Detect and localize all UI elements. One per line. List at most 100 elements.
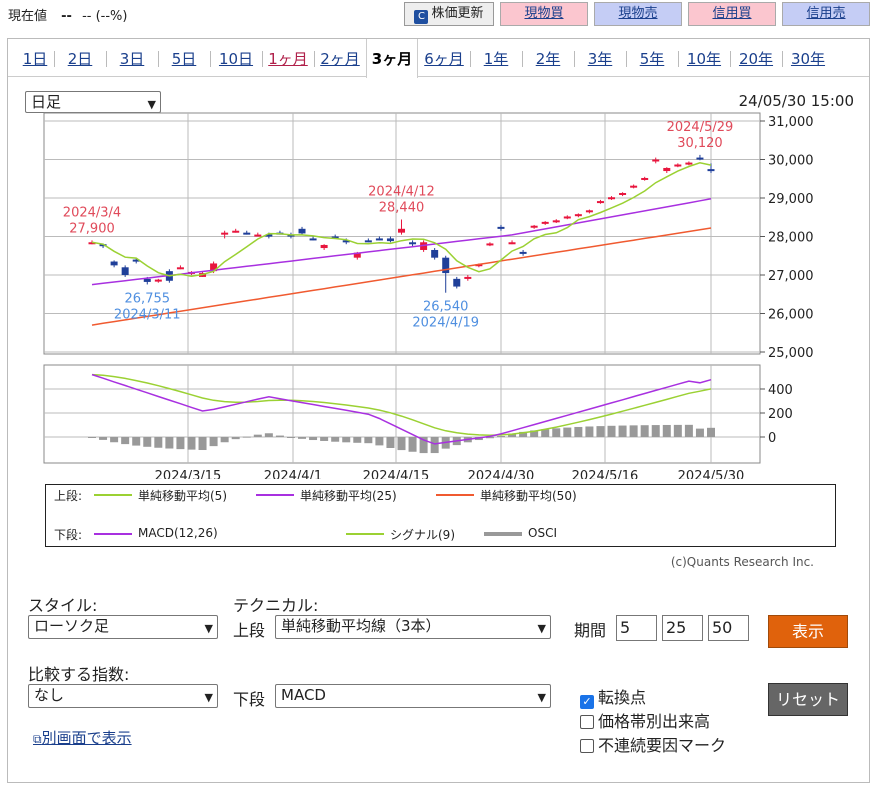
checkbox-turning-point[interactable]: ✓ 転換点 (580, 684, 646, 709)
checkbox-discontinuity-mark[interactable]: 不連続要因マーク (580, 732, 726, 756)
candle-body (641, 177, 649, 180)
legend-signal: シグナル(9) (390, 528, 455, 542)
candle-body (110, 261, 118, 266)
annotation-high: 2024/3/4 (63, 205, 121, 220)
candle-body (154, 279, 162, 282)
candle-body (486, 243, 494, 246)
annotation-high: 28,440 (379, 201, 425, 216)
current-price-change: -- (--%) (82, 9, 128, 24)
price-tick-label: 26,000 (768, 308, 814, 323)
osci-bar (231, 437, 240, 440)
candle-body (630, 185, 638, 188)
copyright: (c)Quants Research Inc. (670, 555, 814, 569)
candle-body (519, 251, 527, 254)
legend-ma5: 単純移動平均(5) (138, 489, 227, 503)
annotation-low: 26,755 (125, 291, 171, 306)
annotation-high: 2024/4/12 (368, 185, 435, 200)
osci-bar (596, 426, 605, 437)
annotation-low: 2024/3/11 (114, 307, 181, 322)
candle-body (221, 232, 229, 235)
period-input-1[interactable]: 5 (616, 615, 657, 641)
candle-body (309, 238, 317, 241)
osci-bar (662, 424, 671, 437)
price-tick-label: 28,000 (768, 231, 814, 246)
candle-body (431, 249, 439, 258)
checkbox-volume-profile-label: 価格帯別出来高 (598, 712, 711, 731)
lower-technical-select[interactable]: MACD ▼ (275, 684, 551, 708)
osci-bar (253, 434, 262, 437)
candle-body (254, 234, 262, 237)
osci-bar (563, 427, 572, 437)
osci-bar (220, 437, 229, 443)
candle-body (552, 220, 560, 223)
legend-ma5-swatch (94, 494, 132, 496)
candle-body (530, 225, 538, 228)
osci-bar (88, 437, 96, 438)
price-chart: 31,000 30,000 29,000 28,000 27,000 26,000 25,0… (43, 112, 814, 479)
current-price: 現在値 -- -- (--%) (8, 5, 128, 24)
legend-macd: MACD(12,26) (138, 526, 218, 540)
annotation-low: 26,540 (423, 300, 469, 315)
new-window-link[interactable]: ⧉別画面で表示 (33, 727, 132, 748)
compare-select[interactable]: なし ▼ (28, 684, 218, 708)
price-tick-label: 31,000 (768, 115, 814, 130)
candle-body (608, 197, 616, 200)
cash-buy-button[interactable]: 現物買 (500, 2, 588, 26)
osci-bar (264, 433, 273, 437)
cash-sell-button[interactable]: 現物売 (594, 2, 682, 26)
candle-body (619, 192, 627, 195)
osci-bar (353, 437, 362, 443)
period-input-2[interactable]: 25 (662, 615, 703, 641)
candle-body (685, 162, 693, 165)
legend-ma50-swatch (436, 494, 474, 496)
margin-buy-button[interactable]: 信用買 (688, 2, 776, 26)
candle-body (541, 221, 549, 224)
style-select[interactable]: ローソク足 ▼ (28, 615, 218, 639)
upper-technical-select[interactable]: 単純移動平均線（3本） ▼ (275, 615, 551, 639)
osci-bar (684, 424, 693, 437)
osci-bar (286, 437, 295, 438)
candle-body (243, 232, 251, 235)
osci-bar (121, 437, 130, 445)
x-tick-label: 2024/3/15 (155, 469, 222, 479)
checkbox-turning-point-label: 転換点 (598, 688, 647, 707)
period-input-3[interactable]: 50 (708, 615, 749, 641)
annotation-high: 27,900 (69, 221, 115, 236)
osci-bar (298, 437, 307, 439)
reset-button[interactable]: リセット (768, 683, 848, 716)
osci-bar (673, 424, 682, 437)
osci-bar (640, 425, 649, 437)
checkbox-unchecked-icon (580, 715, 594, 729)
checkbox-discontinuity-mark-label: 不連続要因マーク (598, 736, 727, 755)
osci-bar (574, 426, 583, 437)
osci-tick-label: 400 (768, 383, 793, 398)
osci-bar (695, 428, 704, 437)
new-window-link-label: 別画面で表示 (41, 729, 132, 747)
checkbox-volume-profile[interactable]: 価格帯別出来高 (580, 708, 710, 732)
update-price-button[interactable]: C 株価更新 (404, 2, 494, 26)
candle-body (596, 201, 604, 204)
checkbox-unchecked-icon (580, 739, 594, 753)
legend-upper-label: 上段: (54, 489, 83, 503)
margin-sell-button[interactable]: 信用売 (782, 2, 870, 26)
candle-body (442, 257, 450, 274)
osci-bar (331, 437, 340, 442)
osci-tick-label: 0 (768, 431, 776, 446)
osci-bar (430, 437, 439, 454)
chevron-down-icon: ▼ (204, 691, 213, 704)
candle-body (453, 278, 461, 287)
osci-bar (110, 437, 119, 443)
show-button[interactable]: 表示 (768, 615, 848, 648)
osci-bar (165, 437, 174, 449)
osci-bar (618, 425, 627, 437)
osci-bar (309, 437, 318, 441)
candle-body (652, 159, 660, 162)
period-label: 期間 (574, 621, 607, 640)
update-price-label: 株価更新 (431, 6, 484, 21)
x-tick-label: 2024/5/16 (572, 469, 639, 479)
legend-ma25-swatch (256, 494, 294, 496)
current-price-label: 現在値 (8, 9, 48, 24)
annotation-low: 2024/4/19 (412, 316, 479, 331)
new-window-icon: ⧉ (33, 732, 42, 746)
osci-bar (320, 437, 329, 441)
